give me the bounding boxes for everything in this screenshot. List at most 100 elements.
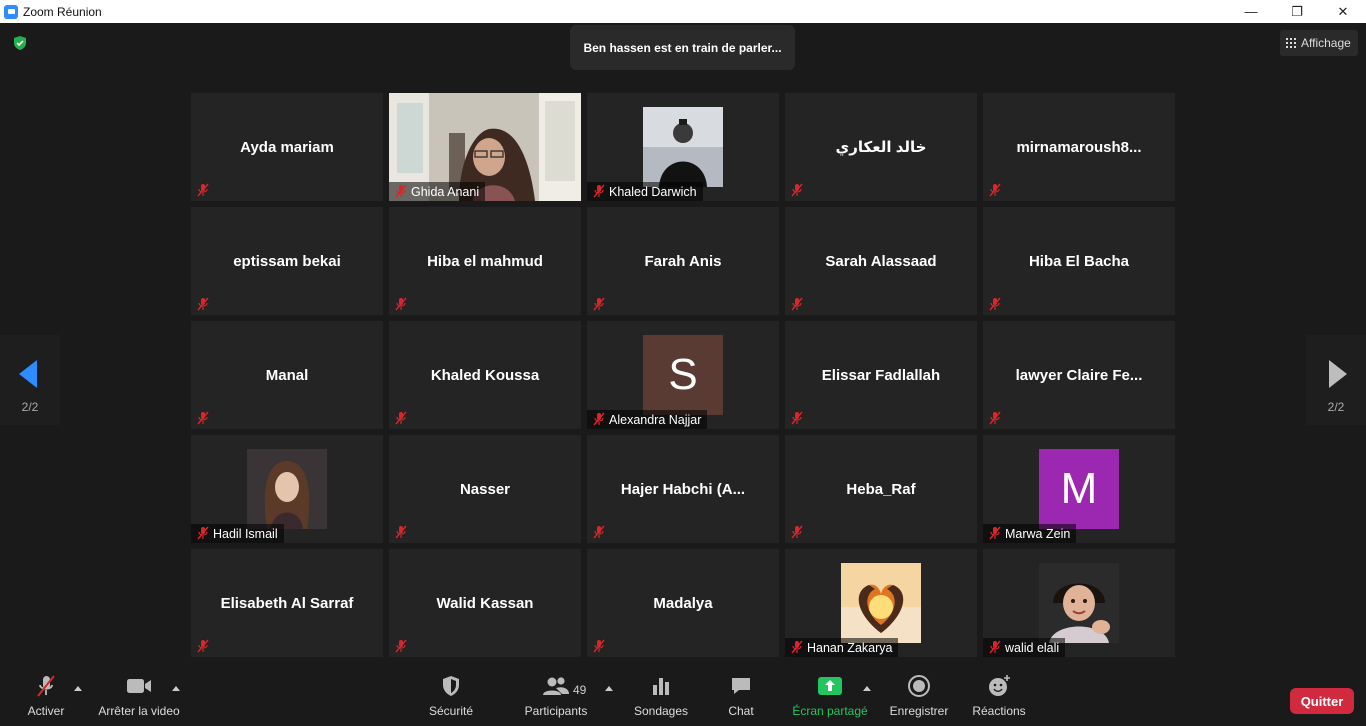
- participant-gallery: Ayda mariam Ghida Anani Khaled Darwich خالد…: [191, 93, 1175, 657]
- participant-name-label: Hanan Zakarya: [785, 638, 899, 657]
- muted-microphone-icon: [394, 411, 408, 425]
- participant-tile-sarah-alassaad[interactable]: Sarah Alassaad: [785, 207, 977, 315]
- participant-name: Elissar Fadlallah: [821, 366, 941, 384]
- share-screen-label: Écran partagé: [792, 704, 868, 718]
- participant-tile-lawyer-claire-fe[interactable]: lawyer Claire Fe...: [983, 321, 1175, 429]
- participant-letter-avatar: S: [643, 335, 723, 415]
- participant-profile-photo: [247, 449, 327, 529]
- participant-name: Hanan Zakarya: [807, 640, 893, 655]
- record-button[interactable]: Enregistrer: [890, 668, 948, 726]
- view-label: Affichage: [1301, 36, 1351, 50]
- page-indicator-left: 2/2: [21, 400, 39, 414]
- participant-name-label: Alexandra Najjar: [587, 410, 708, 429]
- participant-tile-p3[interactable]: خالد العكاري: [785, 93, 977, 201]
- restore-button[interactable]: ❐: [1274, 0, 1320, 23]
- polls-label: Sondages: [633, 704, 689, 718]
- participant-name: Ayda mariam: [240, 138, 334, 156]
- share-screen-icon: [818, 677, 842, 695]
- participant-tile-mirnamaroush8[interactable]: mirnamaroush8...: [983, 93, 1175, 201]
- participant-name-label: walid elali: [983, 638, 1066, 657]
- muted-microphone-icon: [790, 183, 804, 197]
- participant-name-label: Hadil Ismail: [191, 524, 284, 543]
- participant-tile-heba-raf[interactable]: Heba_Raf: [785, 435, 977, 543]
- polls-button[interactable]: Sondages: [634, 668, 688, 726]
- minimize-button[interactable]: —: [1228, 0, 1274, 23]
- page-indicator-right: 2/2: [1327, 400, 1345, 414]
- reactions-button[interactable]: Réactions: [972, 668, 1026, 726]
- participant-name: Sarah Alassaad: [825, 252, 937, 270]
- participant-tile-hajer-habchi-a[interactable]: Hajer Habchi (A...: [587, 435, 779, 543]
- chat-button[interactable]: Chat: [721, 668, 761, 726]
- unmute-button[interactable]: Activer: [21, 668, 71, 726]
- participant-profile-photo: [643, 107, 723, 187]
- stop-video-button[interactable]: Arrêter la video: [98, 668, 180, 726]
- arrow-right-icon: [1329, 360, 1347, 388]
- previous-page-button[interactable]: 2/2: [0, 335, 60, 425]
- security-label: Sécurité: [428, 704, 474, 718]
- participants-icon: [543, 677, 569, 695]
- participant-name: mirnamaroush8...: [1016, 138, 1142, 156]
- participant-tile-elisabeth-al-sarraf[interactable]: Elisabeth Al Sarraf: [191, 549, 383, 657]
- participant-name: Manal: [265, 366, 309, 384]
- encryption-shield-icon[interactable]: [12, 35, 28, 51]
- participant-tile-ayda-mariam[interactable]: Ayda mariam: [191, 93, 383, 201]
- participants-options-caret-icon[interactable]: [605, 686, 613, 691]
- participants-count: 49: [573, 683, 587, 697]
- participants-label: Participants: [524, 704, 588, 718]
- participant-tile-nasser[interactable]: Nasser: [389, 435, 581, 543]
- participant-tile-manal[interactable]: Manal: [191, 321, 383, 429]
- participant-tile-marwa-zein[interactable]: M Marwa Zein: [983, 435, 1175, 543]
- participant-name: Madalya: [653, 594, 713, 612]
- muted-microphone-icon: [592, 525, 606, 539]
- muted-microphone-icon: [394, 525, 408, 539]
- participant-tile-hadil-ismail[interactable]: Hadil Ismail: [191, 435, 383, 543]
- record-label: Enregistrer: [889, 704, 949, 718]
- participant-name: walid elali: [1005, 640, 1060, 655]
- participant-tile-farah-anis[interactable]: Farah Anis: [587, 207, 779, 315]
- share-options-caret-icon[interactable]: [863, 686, 871, 691]
- participant-tile-elissar-fadlallah[interactable]: Elissar Fadlallah: [785, 321, 977, 429]
- muted-microphone-icon: [988, 411, 1002, 425]
- participant-tile-khaled-koussa[interactable]: Khaled Koussa: [389, 321, 581, 429]
- participant-tile-ghida-anani[interactable]: Ghida Anani: [389, 93, 581, 201]
- participant-name: Khaled Darwich: [609, 184, 697, 199]
- participant-tile-eptissam-bekai[interactable]: eptissam bekai: [191, 207, 383, 315]
- participant-tile-hiba-el-bacha[interactable]: Hiba El Bacha: [983, 207, 1175, 315]
- participant-tile-khaled-darwich[interactable]: Khaled Darwich: [587, 93, 779, 201]
- security-button[interactable]: Sécurité: [426, 668, 476, 726]
- close-button[interactable]: ✕: [1320, 0, 1366, 23]
- participant-tile-alexandra-najjar[interactable]: S Alexandra Najjar: [587, 321, 779, 429]
- share-screen-button[interactable]: Écran partagé: [792, 668, 868, 726]
- participant-name: Khaled Koussa: [430, 366, 540, 384]
- participant-tile-walid-elali[interactable]: walid elali: [983, 549, 1175, 657]
- muted-microphone-icon: [790, 640, 804, 654]
- participant-tile-walid-kassan[interactable]: Walid Kassan: [389, 549, 581, 657]
- participant-name: eptissam bekai: [233, 252, 341, 270]
- muted-microphone-icon: [592, 297, 606, 311]
- participant-name: Hajer Habchi (A...: [620, 480, 746, 498]
- muted-microphone-icon: [592, 639, 606, 653]
- participant-name: Marwa Zein: [1005, 526, 1071, 541]
- participant-tile-hanan-zakarya[interactable]: Hanan Zakarya: [785, 549, 977, 657]
- muted-microphone-icon: [196, 526, 210, 540]
- zoom-app-icon: [4, 4, 18, 19]
- grid-view-icon: [1286, 38, 1296, 48]
- meeting-toolbar: Activer Arrêter la video Sécurité Partic…: [0, 668, 1366, 726]
- participants-button[interactable]: Participants: [524, 668, 588, 726]
- leave-meeting-button[interactable]: Quitter: [1290, 688, 1354, 714]
- security-shield-icon: [443, 676, 459, 696]
- participant-name: Hiba el mahmud: [427, 252, 543, 270]
- muted-microphone-icon: [196, 411, 210, 425]
- audio-options-caret-icon[interactable]: [74, 686, 82, 691]
- muted-microphone-icon: [988, 640, 1002, 654]
- record-icon: [908, 675, 930, 697]
- participant-tile-hiba-el-mahmud[interactable]: Hiba el mahmud: [389, 207, 581, 315]
- participant-tile-madalya[interactable]: Madalya: [587, 549, 779, 657]
- video-options-caret-icon[interactable]: [172, 686, 180, 691]
- video-camera-icon: [127, 679, 151, 693]
- view-button[interactable]: Affichage: [1280, 30, 1358, 56]
- chat-bubble-icon: [732, 678, 750, 694]
- microphone-muted-icon: [37, 675, 55, 697]
- next-page-button[interactable]: 2/2: [1306, 335, 1366, 425]
- participant-profile-photo: [841, 563, 921, 643]
